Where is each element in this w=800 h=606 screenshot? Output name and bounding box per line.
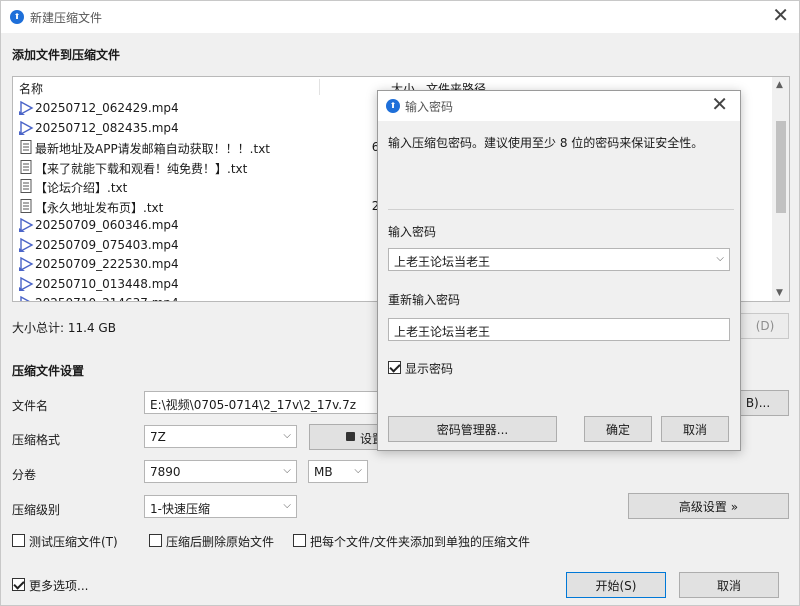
format-select[interactable]: 7Z ⌵ <box>144 425 297 448</box>
more-options-label[interactable]: 更多选项... <box>29 577 88 594</box>
split-unit-select[interactable]: MB ⌵ <box>308 460 368 483</box>
video-file-icon <box>18 256 34 272</box>
level-label: 压缩级别 <box>12 503 61 517</box>
video-file-icon <box>18 217 34 233</box>
delete-after-checkbox[interactable] <box>149 534 162 547</box>
window-title: 新建压缩文件 <box>30 11 103 25</box>
video-file-icon <box>18 295 34 301</box>
password-manager-button[interactable]: 密码管理器... <box>388 416 557 442</box>
lock-icon <box>346 432 355 441</box>
close-icon[interactable]: ✕ <box>711 94 728 114</box>
password-dialog: ⬆ 输入密码 ✕ 输入压缩包密码。建议使用至少 8 位的密码来保证安全性。 输入… <box>377 90 741 451</box>
separate-archives-checkbox[interactable] <box>293 534 306 547</box>
split-label: 分卷 <box>12 468 37 482</box>
password-description: 输入压缩包密码。建议使用至少 8 位的密码来保证安全性。 <box>388 136 704 150</box>
show-password-label[interactable]: 显示密码 <box>405 360 453 377</box>
ok-button[interactable]: 确定 <box>584 416 652 442</box>
files-section-heading: 添加文件到压缩文件 <box>12 48 121 62</box>
password-input[interactable]: 上老王论坛当老王 ⌵ <box>388 248 730 271</box>
chevron-down-icon: ⌵ <box>283 465 291 476</box>
file-name: 20250710_013448.mp4 <box>35 276 179 291</box>
chevron-down-icon: ⌵ <box>283 500 291 511</box>
video-file-icon <box>18 120 34 136</box>
scroll-thumb[interactable] <box>776 121 786 213</box>
close-icon[interactable]: ✕ <box>772 5 789 25</box>
password-input-value: 上老王论坛当老王 <box>394 255 491 269</box>
level-select-value: 1-快速压缩 <box>150 502 210 516</box>
scroll-down-icon[interactable]: ▼ <box>776 288 783 298</box>
file-name: 20250710_214637.mp4 <box>35 296 179 301</box>
split-size-input[interactable]: 7890 ⌵ <box>144 460 297 483</box>
video-file-icon <box>18 237 34 253</box>
app-logo-icon: ⬆ <box>386 99 400 113</box>
column-header-name[interactable]: 名称 <box>19 80 43 97</box>
format-label: 压缩格式 <box>12 433 61 447</box>
app-logo-icon: ⬆ <box>10 10 24 24</box>
split-size-value: 7890 <box>150 465 181 479</box>
level-select[interactable]: 1-快速压缩 ⌵ <box>144 495 297 518</box>
delete-after-label[interactable]: 压缩后删除原始文件 <box>166 533 274 550</box>
confirm-password-label: 重新输入密码 <box>388 293 461 307</box>
cancel-button[interactable]: 取消 <box>679 572 779 598</box>
video-file-icon <box>18 100 34 116</box>
file-name: 最新地址及APP请发邮箱自动获取！！！.txt <box>35 142 271 156</box>
advanced-settings-button[interactable]: 高级设置 » <box>628 493 789 519</box>
password-dialog-title: 输入密码 <box>405 100 454 114</box>
confirm-password-input[interactable]: 上老王论坛当老王 <box>388 318 730 341</box>
delete-button-label: (D) <box>755 319 775 333</box>
file-name: 【来了就能下载和观看！纯免费！】.txt <box>35 161 248 176</box>
test-archive-label[interactable]: 测试压缩文件(T) <box>29 533 118 550</box>
text-file-icon <box>18 198 34 214</box>
column-separator[interactable] <box>319 79 320 95</box>
text-file-icon <box>18 139 34 155</box>
settings-section-heading: 压缩文件设置 <box>12 364 85 378</box>
text-file-icon <box>18 178 34 194</box>
show-password-checkbox[interactable] <box>388 361 401 374</box>
dialog-cancel-button[interactable]: 取消 <box>661 416 729 442</box>
split-unit-value: MB <box>314 465 333 479</box>
file-name: 20250712_082435.mp4 <box>35 120 179 135</box>
file-name: 【永久地址发布页】.txt <box>35 200 164 215</box>
file-name: 20250709_222530.mp4 <box>35 257 179 271</box>
divider <box>388 209 734 210</box>
separate-archives-label[interactable]: 把每个文件/文件夹添加到单独的压缩文件 <box>310 533 530 550</box>
password-dialog-title-bar: ⬆ 输入密码 ✕ <box>378 91 740 121</box>
file-name: 20250709_060346.mp4 <box>35 218 179 232</box>
title-bar: ⬆ 新建压缩文件 ✕ <box>1 1 799 33</box>
test-archive-checkbox[interactable] <box>12 534 25 547</box>
text-file-icon <box>18 159 34 175</box>
video-file-icon <box>18 276 34 292</box>
file-name: 【论坛介绍】.txt <box>35 181 128 195</box>
format-select-value: 7Z <box>150 430 166 444</box>
file-name: 20250712_062429.mp4 <box>35 101 179 115</box>
chevron-down-icon: ⌵ <box>354 465 362 476</box>
password-label: 输入密码 <box>388 225 437 239</box>
scroll-up-icon[interactable]: ▲ <box>776 80 783 90</box>
file-name: 20250709_075403.mp4 <box>35 237 179 252</box>
chevron-down-icon[interactable]: ⌵ <box>716 253 724 264</box>
chevron-down-icon: ⌵ <box>283 430 291 441</box>
filename-label: 文件名 <box>12 399 49 413</box>
more-options-checkbox[interactable] <box>12 578 25 591</box>
total-size-label: 大小总计: 11.4 GB <box>12 321 116 335</box>
file-list-scrollbar[interactable]: ▲ ▼ <box>772 77 789 301</box>
start-button[interactable]: 开始(S) <box>566 572 666 598</box>
